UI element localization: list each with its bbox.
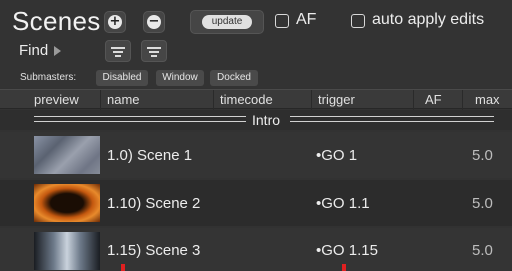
update-button[interactable]: update [190, 10, 264, 34]
group-label: Intro [252, 112, 281, 128]
scene-group-header[interactable]: Intro [0, 110, 512, 130]
submasters-docked-button[interactable]: Docked [210, 70, 258, 86]
filter-button[interactable] [105, 40, 131, 62]
scene-max: 5.0 [472, 147, 493, 164]
scene-preview-thumbnail [34, 136, 100, 174]
column-divider [100, 90, 101, 110]
table-row[interactable]: 1.15) Scene 3 •GO 1.15 5.0 [0, 228, 512, 271]
minus-icon: − [147, 14, 161, 29]
column-divider [413, 90, 414, 110]
column-header-max[interactable]: max [475, 92, 500, 107]
scene-trigger: •GO 1.1 [316, 195, 370, 212]
scene-max: 5.0 [472, 195, 493, 212]
update-button-label: update [202, 15, 252, 29]
filter-icon-line [111, 47, 125, 49]
filter-icon-line [147, 47, 161, 49]
submasters-disabled-button[interactable]: Disabled [96, 70, 148, 86]
filter-icon-line [113, 51, 123, 53]
column-header-name[interactable]: name [107, 92, 140, 107]
scene-name: 1.10) Scene 2 [107, 195, 201, 212]
table-row[interactable]: 1.10) Scene 2 •GO 1.1 5.0 [0, 180, 512, 226]
scene-preview-thumbnail [34, 232, 100, 270]
group-divider-right [290, 116, 494, 122]
name-marker [121, 264, 125, 271]
scene-trigger: •GO 1 [316, 147, 358, 164]
submasters-label: Submasters: [20, 72, 77, 83]
submasters-window-button[interactable]: Window [156, 70, 204, 86]
af-checkbox[interactable] [275, 14, 289, 28]
column-divider [462, 90, 463, 110]
trigger-marker [342, 264, 346, 271]
scene-name: 1.0) Scene 1 [107, 147, 193, 164]
disclosure-arrow-icon[interactable] [54, 46, 61, 56]
column-divider [311, 90, 312, 110]
column-header-timecode[interactable]: timecode [220, 92, 273, 107]
scenes-toolbar: Scenes + − update AF auto apply edits Fi… [0, 0, 512, 88]
table-row[interactable]: 1.0) Scene 1 •GO 1 5.0 [0, 132, 512, 178]
plus-icon: + [108, 14, 122, 29]
auto-apply-checkbox[interactable] [351, 14, 365, 28]
column-header-preview[interactable]: preview [34, 92, 79, 107]
filter-icon-line [149, 51, 159, 53]
af-checkbox-label: AF [296, 11, 317, 28]
scene-max: 5.0 [472, 242, 493, 259]
page-title: Scenes [12, 6, 101, 36]
remove-scene-button[interactable]: − [143, 11, 165, 33]
filter-icon-line [115, 55, 121, 57]
auto-apply-label: auto apply edits [372, 11, 485, 28]
scene-preview-thumbnail [34, 184, 100, 222]
filter-options-button[interactable] [141, 40, 167, 62]
find-label[interactable]: Find [19, 42, 48, 59]
scene-trigger: •GO 1.15 [316, 242, 378, 259]
add-scene-button[interactable]: + [104, 11, 126, 33]
group-divider-left [34, 116, 246, 122]
filter-icon-line [151, 55, 157, 57]
column-header-trigger[interactable]: trigger [318, 92, 355, 107]
scene-name: 1.15) Scene 3 [107, 242, 201, 259]
column-divider [213, 90, 214, 110]
table-header: preview name timecode trigger AF max [0, 89, 512, 110]
column-header-af[interactable]: AF [425, 92, 442, 107]
